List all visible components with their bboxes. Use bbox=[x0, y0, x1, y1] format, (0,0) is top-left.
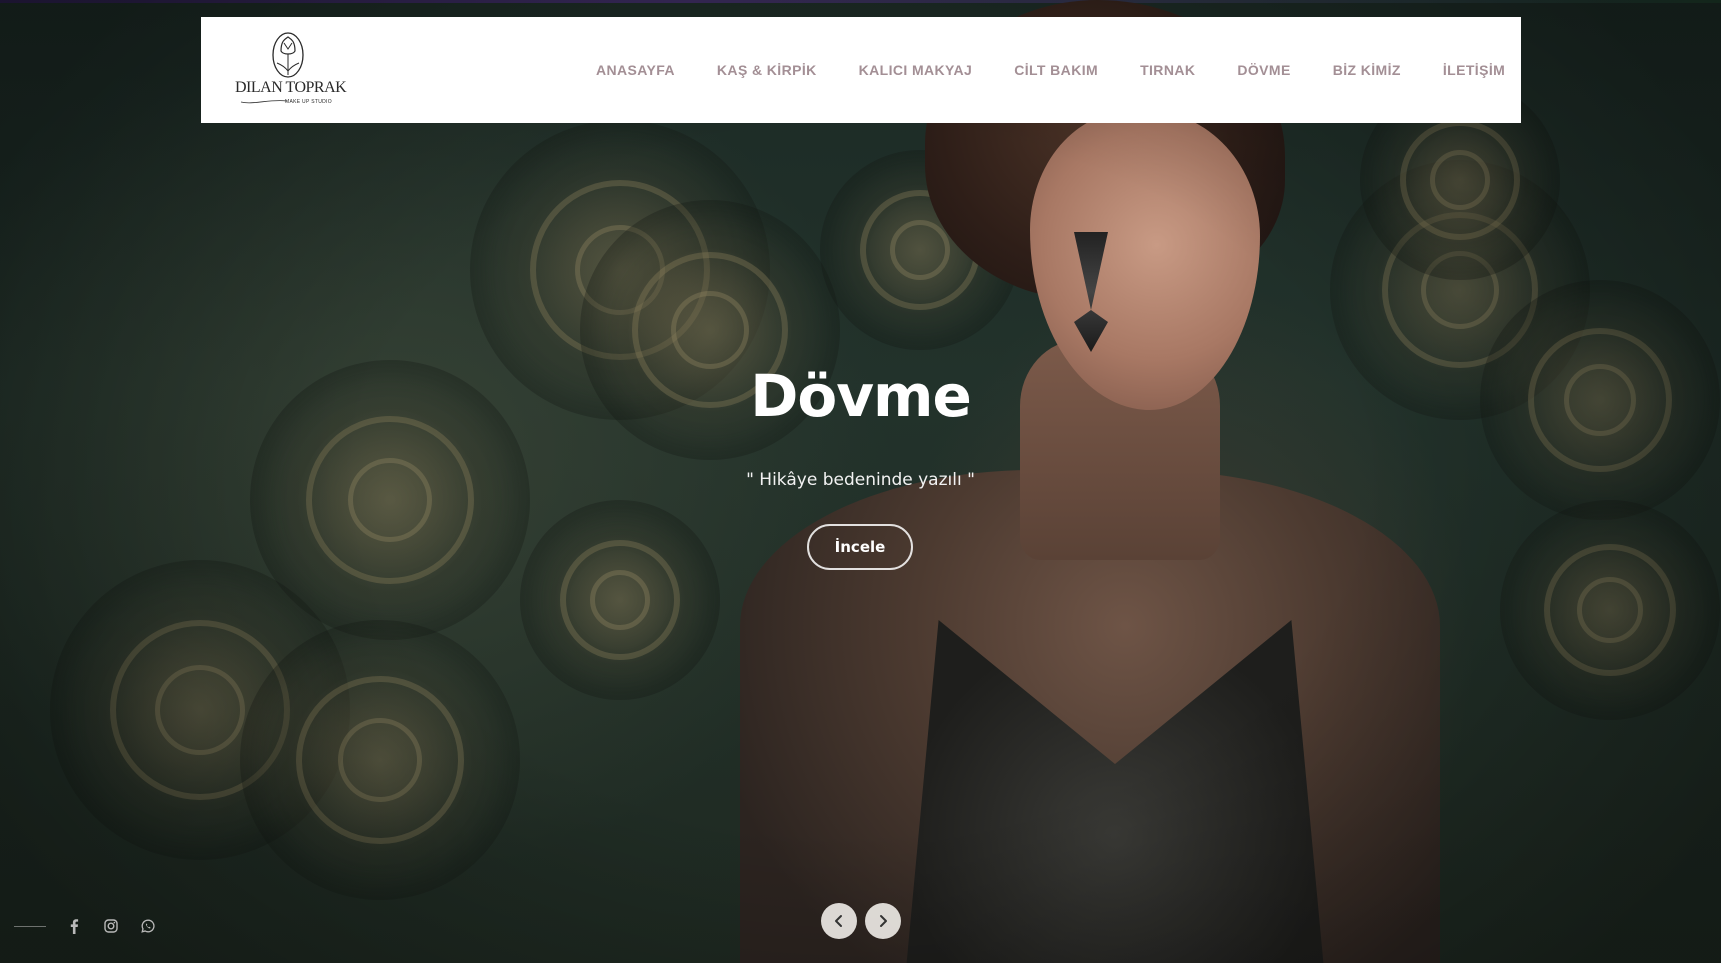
whatsapp-icon[interactable] bbox=[140, 918, 156, 934]
hero-subtitle: " Hikâye bedeninde yazılı " bbox=[746, 470, 975, 490]
explore-button[interactable]: İncele bbox=[807, 524, 913, 570]
instagram-icon[interactable] bbox=[103, 918, 119, 934]
brand-subtitle: MAKE UP STUDIO bbox=[285, 99, 332, 105]
nav-item-biz-kimiz[interactable]: BİZ KİMİZ bbox=[1333, 62, 1401, 78]
nav-item-anasayfa[interactable]: ANASAYFA bbox=[596, 62, 675, 78]
nav-item-iletisim[interactable]: İLETİŞİM bbox=[1443, 62, 1505, 78]
brand-logo[interactable]: DILAN TOPRAK MAKE UP STUDIO bbox=[235, 29, 347, 113]
slider-next-button[interactable] bbox=[865, 903, 901, 939]
slider-prev-button[interactable] bbox=[821, 903, 857, 939]
nav-item-cilt-bakim[interactable]: CİLT BAKIM bbox=[1014, 62, 1098, 78]
logo-swash-icon bbox=[240, 100, 288, 104]
nav-item-kas-kirpik[interactable]: KAŞ & KİRPİK bbox=[717, 62, 817, 78]
social-links bbox=[14, 915, 177, 937]
background-rose bbox=[520, 500, 720, 700]
tulip-logo-icon bbox=[272, 32, 304, 78]
main-nav: ANASAYFA KAŞ & KİRPİK KALICI MAKYAJ CİLT… bbox=[596, 17, 1505, 123]
nav-item-tirnak[interactable]: TIRNAK bbox=[1140, 62, 1195, 78]
chevron-left-icon bbox=[835, 915, 842, 927]
background-rose bbox=[240, 620, 520, 900]
chevron-right-icon bbox=[880, 915, 887, 927]
facebook-icon[interactable] bbox=[66, 918, 82, 934]
nav-item-kalici-makyaj[interactable]: KALICI MAKYAJ bbox=[859, 62, 973, 78]
social-divider-line bbox=[14, 925, 46, 927]
nav-item-dovme[interactable]: DÖVME bbox=[1237, 62, 1290, 78]
site-header: DILAN TOPRAK MAKE UP STUDIO ANASAYFA KAŞ… bbox=[201, 17, 1521, 123]
background-rose bbox=[1500, 500, 1720, 720]
hero-title: Dövme bbox=[750, 362, 972, 430]
brand-name: DILAN TOPRAK bbox=[235, 79, 347, 96]
